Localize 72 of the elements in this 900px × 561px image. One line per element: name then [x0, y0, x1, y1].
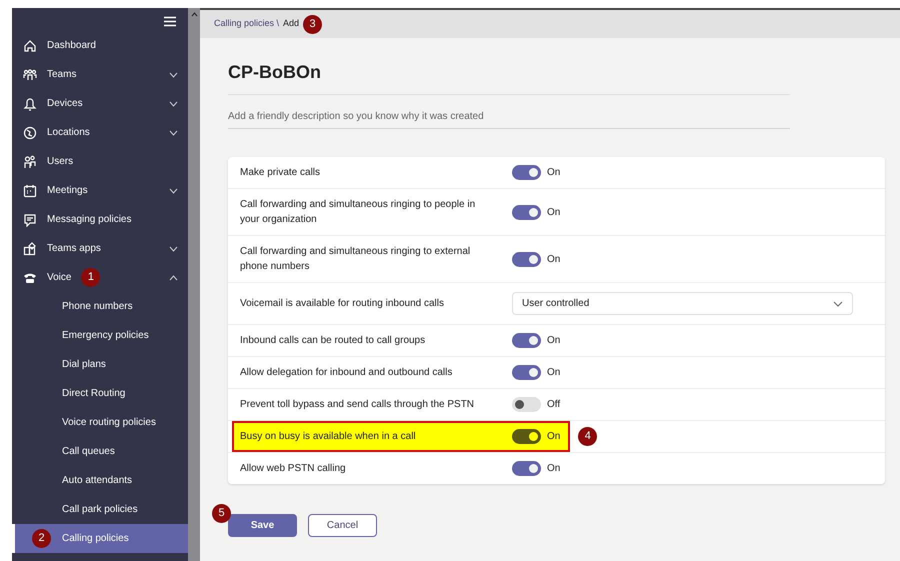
scroll-up-icon[interactable] [190, 12, 198, 17]
policy-name: CP-BoBOn [228, 59, 790, 95]
toggle-state: On [547, 430, 560, 444]
calendar-icon [23, 184, 37, 198]
nav-subitem[interactable]: Phone numbers [12, 292, 188, 321]
nav-item[interactable]: Locations [12, 118, 188, 147]
chevron-down-icon [169, 72, 178, 78]
chevron-up-icon [169, 274, 178, 280]
chevron-down-icon [833, 300, 843, 306]
toggle-switch[interactable] [512, 461, 541, 476]
toggle-switch[interactable] [512, 365, 541, 380]
nav-item[interactable]: Devices [12, 89, 188, 118]
nav-item[interactable]: Teams [12, 60, 188, 89]
nav-subitem[interactable]: Call queues [12, 437, 188, 466]
toggle-state: On [547, 166, 560, 180]
description-field[interactable]: Add a friendly description so you know why it was created [228, 109, 790, 129]
setting-label: Allow web PSTN calling [240, 462, 347, 476]
nav-subitem[interactable]: Direct Routing [12, 379, 188, 408]
toggle-switch[interactable] [512, 165, 541, 180]
setting-label: Make private calls [240, 166, 322, 180]
apps-icon [23, 242, 37, 256]
setting-label: Inbound calls can be routed to call groups [240, 334, 426, 348]
toggle-state: On [547, 334, 560, 348]
chat-icon [23, 212, 37, 226]
nav-subitem[interactable]: Voice routing policies [12, 408, 188, 437]
toggle-switch[interactable] [512, 252, 541, 266]
toggle-switch[interactable] [512, 397, 541, 412]
callout-badge: 1 [81, 268, 100, 287]
menu-icon[interactable] [164, 16, 176, 27]
nav-subitem[interactable]: Dial plans [12, 350, 188, 379]
nav-subitem[interactable]: Auto attendants [12, 466, 188, 495]
nav-item[interactable]: Messaging policies [12, 205, 188, 234]
callout-badge: 3 [303, 14, 322, 34]
toggle-state: On [547, 206, 560, 220]
dropdown[interactable]: User controlled [512, 292, 853, 315]
toggle-switch[interactable] [512, 204, 541, 220]
callout-badge: 4 [578, 427, 598, 446]
nav-item[interactable]: Users [12, 147, 188, 176]
toggle-state: On [547, 462, 560, 476]
scrollbar[interactable] [188, 8, 200, 561]
callout-badge: 5 [212, 504, 231, 523]
toggle-state: On [547, 366, 560, 380]
nav-item[interactable]: Teams apps [12, 234, 188, 263]
home-icon [23, 38, 37, 52]
toggle-state: Off [547, 398, 560, 412]
setting-label: Prevent toll bypass and send calls through the PSTN [240, 398, 476, 412]
nav-item[interactable]: Dashboard [12, 31, 188, 60]
toggle-switch[interactable] [512, 429, 541, 444]
setting-label: Call forwarding and simultaneous ringing to people in your organization [240, 198, 476, 227]
callout-badge: 2 [32, 529, 51, 548]
nav-subitem[interactable]: 2 Calling policies [12, 524, 188, 553]
nav-subitem[interactable]: Emergency policies [12, 321, 188, 350]
users-icon [23, 154, 37, 168]
cancel-button[interactable]: Cancel [308, 514, 377, 537]
toggle-state: On [547, 252, 560, 266]
people-icon [23, 68, 37, 82]
chevron-down-icon [169, 100, 178, 106]
setting-label: Call forwarding and simultaneous ringing to external phone numbers [240, 245, 472, 274]
chevron-down-icon [169, 188, 178, 194]
chevron-down-icon [169, 130, 178, 136]
breadcrumb-current: Add [283, 17, 300, 30]
setting-label: Busy on busy is available when in a call [240, 430, 417, 444]
bell-icon [23, 96, 37, 110]
setting-label: Voicemail is available for routing inbound calls [240, 297, 446, 311]
setting-label: Allow delegation for inbound and outbound calls [240, 366, 454, 380]
toggle-switch[interactable] [512, 333, 541, 348]
save-button[interactable]: Save [228, 514, 297, 537]
nav-item[interactable]: Voice 1 [12, 263, 188, 292]
breadcrumb-link[interactable]: Calling policies \ [214, 17, 280, 31]
nav-item[interactable]: Meetings [12, 176, 188, 205]
nav-subitem[interactable]: Call park policies [12, 495, 188, 524]
chevron-down-icon [169, 246, 178, 252]
